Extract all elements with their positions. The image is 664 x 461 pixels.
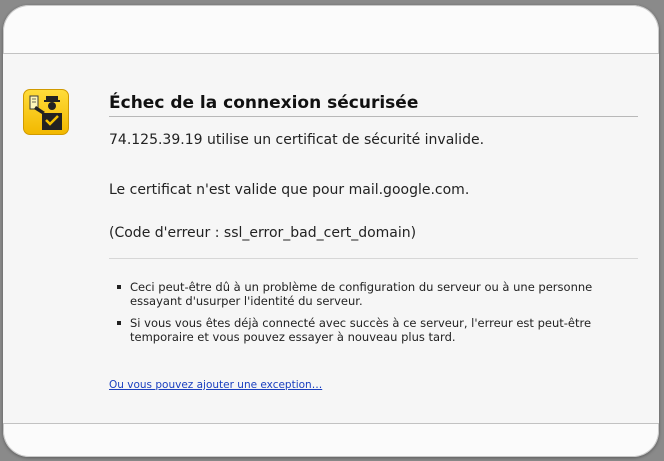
list-item: Ceci peut-être dû à un problème de confi… — [115, 280, 635, 308]
reason-text: Ceci peut-être dû à un problème de confi… — [130, 280, 593, 308]
browser-page: Échec de la connexion sécurisée 74.125.3… — [3, 5, 659, 457]
security-officer-icon — [23, 89, 69, 135]
error-title: Échec de la connexion sécurisée — [109, 93, 419, 113]
list-item: Si vous vous êtes déjà connecté avec suc… — [115, 316, 635, 344]
error-reasons-list: Ceci peut-être dû à un problème de confi… — [115, 280, 635, 352]
error-detail: Le certificat n'est valide que pour mail… — [109, 182, 470, 198]
title-divider — [109, 116, 638, 117]
bullet-icon — [117, 321, 121, 325]
reason-text: Si vous vous êtes déjà connecté avec suc… — [130, 316, 592, 344]
bullet-icon — [117, 285, 121, 289]
error-code: (Code d'erreur : ssl_error_bad_cert_doma… — [109, 225, 417, 241]
add-exception-link[interactable]: Ou vous pouvez ajouter une exception… — [109, 379, 322, 391]
section-divider — [109, 258, 638, 259]
error-message: 74.125.39.19 utilise un certificat de sé… — [109, 132, 485, 148]
